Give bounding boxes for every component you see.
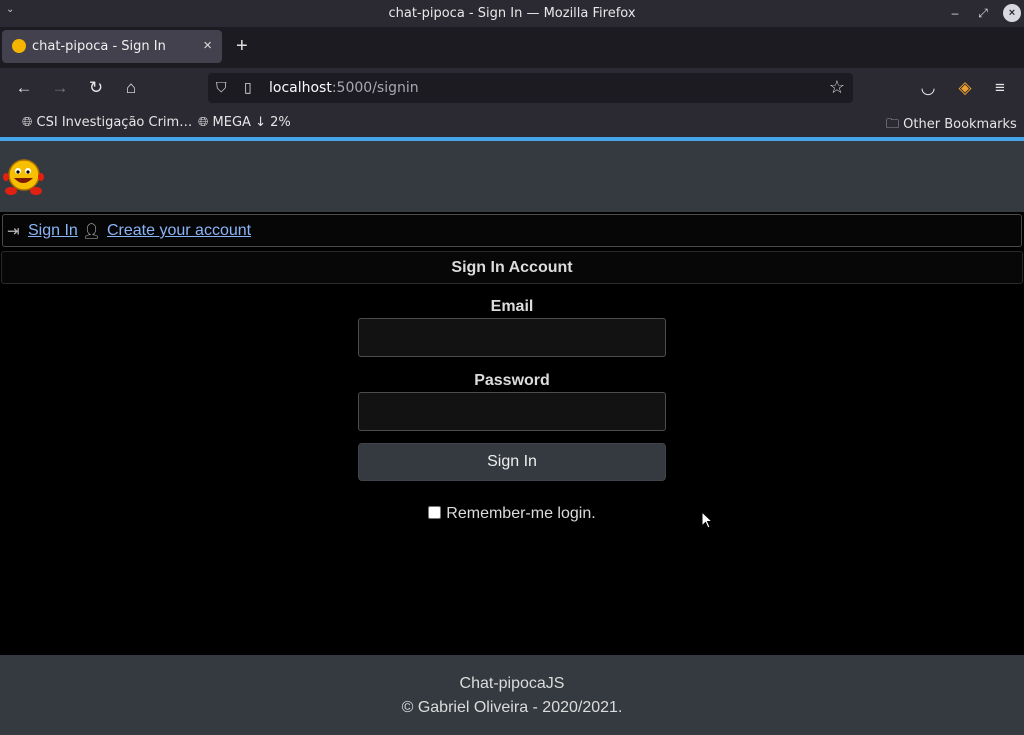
favicon-icon [12,39,26,53]
bookmarks-toolbar: 🌐︎ CSI Investigação Crim… 🌐︎ MEGA ↓ 2% 🗀… [0,108,1024,137]
password-field[interactable] [358,392,666,431]
new-tab-icon[interactable]: + [236,35,248,58]
url-path: :5000/signin [331,80,419,96]
footer-copyright: © Gabriel Oliveira - 2020/2021. [401,699,623,716]
create-account-link[interactable]: Create your account [107,222,251,240]
minimize-icon[interactable]: – [946,4,964,22]
other-bookmarks[interactable]: 🗀 Other Bookmarks [886,115,1017,137]
form-header: Sign In Account [1,251,1023,284]
globe-icon: 🌐︎ [22,115,33,130]
url-host: localhost [269,80,332,96]
bookmark-mega[interactable]: 🌐︎ MEGA ↓ 2% [198,115,291,130]
site-footer: Chat-pipocaJS © Gabriel Oliveira - 2020/… [0,655,1024,735]
restore-icon[interactable]: ⤢ [974,4,992,22]
password-label: Password [474,372,550,389]
sign-in-icon: ⇥ [7,223,20,240]
close-window-icon[interactable]: × [1003,4,1021,22]
hamburger-menu-icon[interactable]: ≡ [990,78,1010,98]
sign-in-button[interactable]: Sign In [358,443,666,481]
url-text[interactable]: localhost:5000/signin [269,80,419,96]
sign-in-link[interactable]: Sign In [28,222,78,240]
page-info-icon[interactable]: ▯ [244,79,252,96]
extension-icon[interactable]: ◈ [955,78,975,98]
url-bar[interactable]: ⛉ ▯ localhost:5000/signin ☆ [208,73,853,103]
nav-toolbar: ← → ↻ ⌂ ⛉ ▯ localhost:5000/signin ☆ ◡ ◈ … [0,68,1024,108]
remember-me-label[interactable]: Remember-me login. [446,505,595,522]
home-icon[interactable]: ⌂ [121,78,141,98]
tab-label: chat-pipoca - Sign In [32,39,166,54]
email-field[interactable] [358,318,666,357]
remember-me-row: Remember-me login. [0,505,1024,523]
close-tab-icon[interactable]: × [203,37,212,54]
pocket-icon[interactable]: ◡ [918,78,938,98]
add-user-icon: 👤︎ [82,223,102,240]
email-label: Email [490,298,534,315]
pipoca-mascot-logo[interactable] [2,157,44,197]
folder-icon: 🗀 [886,117,900,132]
bookmark-csi[interactable]: 🌐︎ CSI Investigação Crim… [22,115,192,130]
back-icon[interactable]: ← [14,78,34,98]
auth-nav-bar: ⇥ Sign In 👤︎ Create your account [2,214,1022,247]
window-titlebar: ⌄ chat-pipoca - Sign In — Mozilla Firefo… [0,0,1024,27]
globe-icon: 🌐︎ [198,115,209,130]
reload-icon[interactable]: ↻ [86,78,106,98]
tab-chat-pipoca[interactable]: chat-pipoca - Sign In × [2,30,222,63]
site-header [0,141,1024,212]
bookmark-star-icon[interactable]: ☆ [829,77,845,98]
window-title: chat-pipoca - Sign In — Mozilla Firefox [388,6,636,21]
mouse-cursor-icon [701,511,713,529]
forward-icon[interactable]: → [50,78,70,98]
shield-icon[interactable]: ⛉ [216,79,227,96]
footer-app-name: Chat-pipocaJS [459,675,565,692]
remember-me-checkbox[interactable] [428,506,442,519]
tab-strip: chat-pipoca - Sign In × + [0,27,1024,68]
